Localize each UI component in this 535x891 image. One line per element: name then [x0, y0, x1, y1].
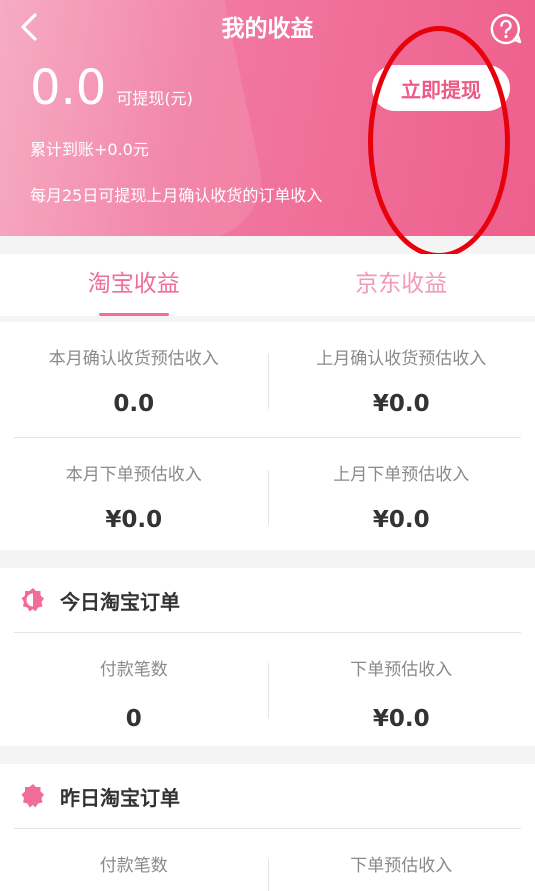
balance-amount: 0.0 [30, 60, 107, 116]
withdrawable-balance: 0.0 可提现(元) [30, 60, 193, 116]
stat-label: 上月下单预估收入 [333, 465, 470, 485]
section-title: 昨日淘宝订单 [60, 785, 180, 810]
stat-label: 下单预估收入 [350, 660, 453, 680]
stat-this-month-confirmed: 本月确认收货预估收入 0.0 [0, 322, 268, 437]
stat-value: 0.0 [113, 391, 155, 417]
today-orders-card: 今日淘宝订单 付款笔数 0 下单预估收入 ¥0.0 [0, 568, 535, 746]
yesterday-orders-card: 昨日淘宝订单 付款笔数 下单预估收入 [0, 764, 535, 891]
yesterday-stats-row: 付款笔数 下单预估收入 [0, 829, 535, 891]
column-divider [268, 859, 269, 891]
stat-paid-count: 付款笔数 0 [0, 633, 268, 746]
tab-jd-earnings[interactable]: 京东收益 [268, 254, 535, 316]
stat-value: ¥0.0 [372, 706, 430, 732]
yesterday-orders-header: 昨日淘宝订单 [0, 764, 535, 828]
balance-label: 可提现(元) [116, 89, 193, 108]
crescent-moon-icon [21, 784, 44, 808]
stat-this-month-ordered: 本月下单预估收入 ¥0.0 [0, 438, 268, 553]
estimated-income-card: 本月确认收货预估收入 0.0 上月确认收货预估收入 ¥0.0 本月下单预估收入 … [0, 322, 535, 550]
accumulated-credited: 累计到账+0.0元 [30, 140, 149, 159]
stats-row: 本月确认收货预估收入 0.0 上月确认收货预估收入 ¥0.0 [0, 322, 535, 437]
column-divider [268, 470, 269, 525]
column-divider [268, 663, 269, 718]
stat-paid-count: 付款笔数 [0, 829, 268, 891]
today-stats-row: 付款笔数 0 下单预估收入 ¥0.0 [0, 633, 535, 746]
half-moon-icon [21, 588, 44, 612]
stats-row: 本月下单预估收入 ¥0.0 上月下单预估收入 ¥0.0 [0, 438, 535, 553]
stat-value: 0 [125, 706, 142, 732]
stat-value: ¥0.0 [105, 507, 163, 533]
section-title: 今日淘宝订单 [60, 589, 180, 614]
stat-value: ¥0.0 [372, 507, 430, 533]
help-button[interactable] [489, 12, 523, 46]
stat-order-estimated-income: 下单预估收入 ¥0.0 [268, 633, 535, 746]
stat-last-month-ordered: 上月下单预估收入 ¥0.0 [268, 438, 535, 553]
withdraw-notice: 每月25日可提现上月确认收货的订单收入 [30, 186, 323, 205]
stat-last-month-confirmed: 上月确认收货预估收入 ¥0.0 [268, 322, 535, 437]
annotation-circle [368, 26, 510, 258]
stat-label: 付款笔数 [99, 660, 168, 680]
earnings-tabs: 淘宝收益 京东收益 [0, 254, 535, 316]
stat-label: 付款笔数 [99, 856, 168, 876]
tab-taobao-earnings[interactable]: 淘宝收益 [0, 254, 268, 316]
stat-label: 上月确认收货预估收入 [316, 349, 487, 369]
stat-label: 下单预估收入 [350, 856, 453, 876]
question-bubble-icon [490, 13, 522, 45]
stat-label: 本月下单预估收入 [65, 465, 202, 485]
stat-order-estimated-income: 下单预估收入 [268, 829, 535, 891]
today-orders-header: 今日淘宝订单 [0, 568, 535, 632]
column-divider [268, 354, 269, 409]
stat-value: ¥0.0 [372, 391, 430, 417]
stat-label: 本月确认收货预估收入 [48, 349, 219, 369]
